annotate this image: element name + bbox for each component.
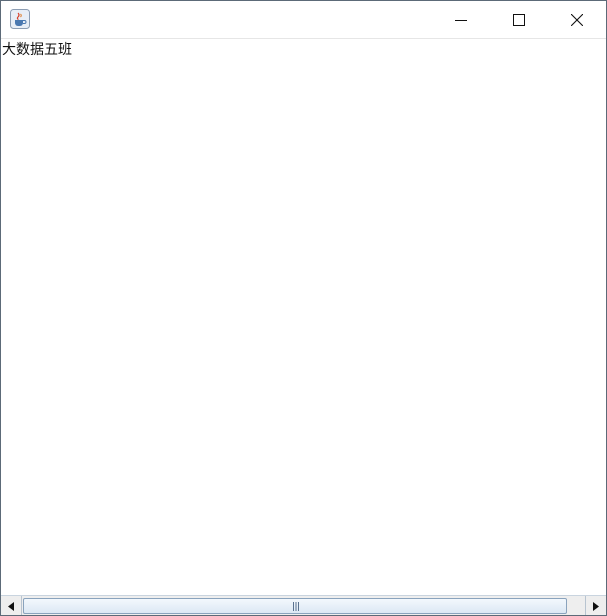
close-icon [571, 13, 583, 26]
horizontal-scrollbar[interactable] [1, 595, 606, 615]
minimize-button[interactable] [432, 1, 490, 38]
app-window: 大数据五班 [0, 0, 607, 616]
title-bar[interactable] [1, 1, 606, 39]
scroll-right-button[interactable] [585, 596, 606, 615]
maximize-button[interactable] [490, 1, 548, 38]
minimize-icon [455, 19, 467, 21]
maximize-icon [513, 13, 525, 26]
scroll-left-button[interactable] [1, 596, 22, 615]
scroll-thumb[interactable] [23, 598, 567, 614]
java-coffee-cup-icon[interactable] [10, 9, 30, 29]
grip-icon [293, 602, 299, 611]
close-button[interactable] [548, 1, 606, 38]
content-pane: 大数据五班 [1, 39, 606, 595]
arrow-left-icon [8, 601, 14, 611]
arrow-right-icon [593, 601, 599, 611]
class-label: 大数据五班 [2, 42, 72, 58]
